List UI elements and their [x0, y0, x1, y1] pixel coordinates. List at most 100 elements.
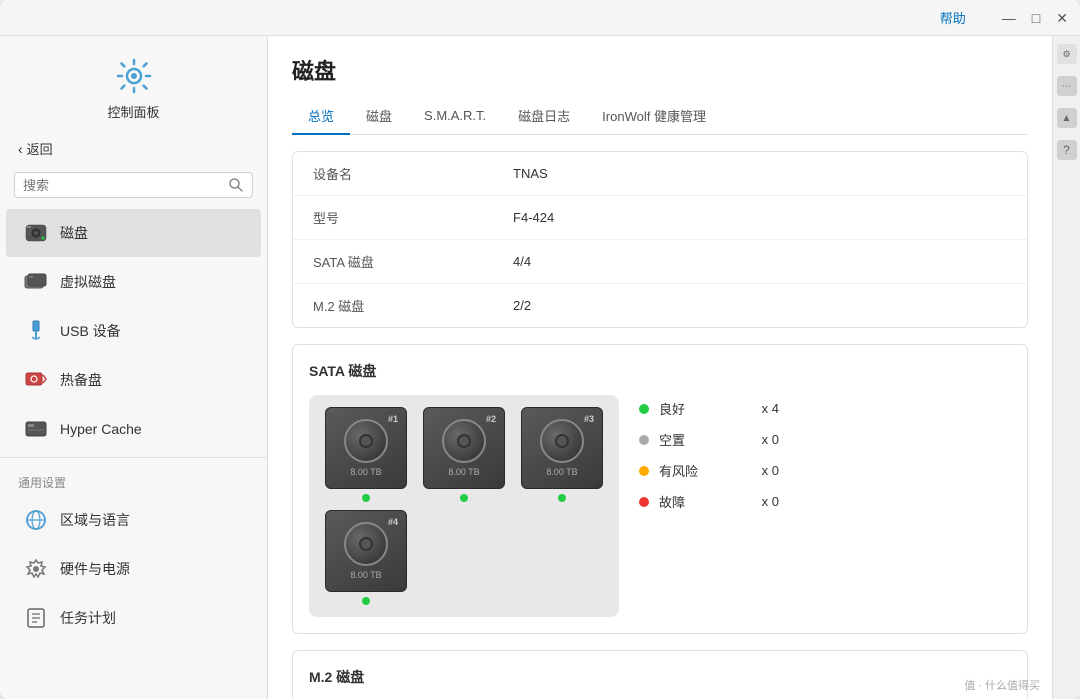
sata-legend: 良好 x 4 空置 x 0 有风险 x 0	[639, 395, 779, 515]
info-label-device: 设备名	[313, 164, 513, 183]
sata-section-title: SATA 磁盘	[309, 361, 1011, 381]
help-button[interactable]: 帮助	[940, 8, 966, 27]
sidebar-item-region[interactable]: 区域与语言	[6, 496, 261, 544]
legend-dot-risk	[639, 466, 649, 476]
m2-section-title: M.2 磁盘	[309, 667, 1011, 687]
info-table: 设备名 TNAS 型号 F4-424 SATA 磁盘 4/4 M.2 磁盘 2/…	[292, 151, 1028, 328]
legend-label-fail: 故障	[659, 492, 752, 511]
panel-icon-2[interactable]: ⋯	[1057, 76, 1077, 96]
info-label-m2: M.2 磁盘	[313, 296, 513, 315]
sata-disks-grid: #1 8.00 TB	[309, 395, 619, 617]
tab-overview[interactable]: 总览	[292, 98, 350, 135]
sidebar-item-usb-label: USB 设备	[60, 321, 121, 341]
disk-inner-1	[359, 434, 373, 448]
disk-circle-1	[344, 419, 388, 463]
right-panel: ⚙ ⋯ ▲ ?	[1052, 36, 1080, 699]
disk-size-1: 8.00 TB	[350, 467, 381, 477]
info-row-model: 型号 F4-424	[293, 196, 1027, 240]
disk-badge-3: #3	[584, 414, 594, 424]
legend-empty: 空置 x 0	[639, 430, 779, 449]
info-value-sata: 4/4	[513, 254, 531, 269]
legend-count-empty: x 0	[762, 432, 779, 447]
sata-disk-4[interactable]: #4 8.00 TB	[321, 510, 411, 605]
main-layout: 控制面板 ‹ 返回	[0, 36, 1080, 699]
info-label-model: 型号	[313, 208, 513, 227]
tab-disk[interactable]: 磁盘	[350, 98, 408, 135]
disk-circle-3	[540, 419, 584, 463]
sata-section: SATA 磁盘 #1 8.00 TB	[292, 344, 1028, 634]
sata-disk-1[interactable]: #1 8.00 TB	[321, 407, 411, 502]
sidebar-item-usb[interactable]: USB 设备	[6, 307, 261, 355]
task-icon	[22, 604, 50, 632]
disk-badge-1: #1	[388, 414, 398, 424]
info-row-m2: M.2 磁盘 2/2	[293, 284, 1027, 327]
tab-ironwolf[interactable]: IronWolf 健康管理	[586, 98, 722, 135]
legend-good: 良好 x 4	[639, 399, 779, 418]
legend-dot-empty	[639, 435, 649, 445]
sidebar-nav: 磁盘 虚拟磁盘	[0, 208, 267, 699]
hot-spare-icon	[22, 366, 50, 394]
legend-risk: 有风险 x 0	[639, 461, 779, 480]
search-icon	[228, 177, 244, 193]
sidebar-item-task[interactable]: 任务计划	[6, 594, 261, 642]
chevron-left-icon: ‹	[18, 141, 23, 157]
sidebar-item-virtual-disk[interactable]: 虚拟磁盘	[6, 258, 261, 306]
legend-label-risk: 有风险	[659, 461, 752, 480]
sidebar-header: 控制面板	[0, 36, 267, 131]
content-body: 设备名 TNAS 型号 F4-424 SATA 磁盘 4/4 M.2 磁盘 2/…	[268, 135, 1052, 699]
minimize-button[interactable]: —	[1002, 11, 1016, 25]
info-value-device: TNAS	[513, 166, 548, 181]
sidebar-item-hyper-cache[interactable]: Hyper Cache	[6, 405, 261, 453]
titlebar: 帮助 — □ ✕	[0, 0, 1080, 36]
panel-icon-3[interactable]: ▲	[1057, 108, 1077, 128]
disk-box-3: #3 8.00 TB	[521, 407, 603, 489]
panel-icon-4[interactable]: ?	[1057, 140, 1077, 160]
main-window: 帮助 — □ ✕ 控制面板 ‹ 返回	[0, 0, 1080, 699]
sidebar-item-disk[interactable]: 磁盘	[6, 209, 261, 257]
hyper-cache-icon	[22, 415, 50, 443]
disk-circle-4	[344, 522, 388, 566]
disk-size-4: 8.00 TB	[350, 570, 381, 580]
disk-indicator-3	[558, 494, 566, 502]
tab-log[interactable]: 磁盘日志	[502, 98, 586, 135]
disk-box-4: #4 8.00 TB	[325, 510, 407, 592]
legend-fail: 故障 x 0	[639, 492, 779, 511]
sidebar-item-hyper-cache-label: Hyper Cache	[60, 421, 142, 437]
disk-circle-2	[442, 419, 486, 463]
legend-dot-good	[639, 404, 649, 414]
sata-disk-2[interactable]: #2 8.00 TB	[419, 407, 509, 502]
disk-inner-4	[359, 537, 373, 551]
m2-section: M.2 磁盘 良好	[292, 650, 1028, 699]
sidebar-control-panel-label: 控制面板	[107, 102, 159, 121]
general-section-label: 通用设置	[0, 462, 267, 495]
sata-disk-3[interactable]: #3 8.00 TB	[517, 407, 607, 502]
sata-section-body: #1 8.00 TB	[309, 395, 1011, 617]
info-value-model: F4-424	[513, 210, 554, 225]
disk-indicator-1	[362, 494, 370, 502]
legend-count-good: x 4	[762, 401, 779, 416]
panel-icon-1[interactable]: ⚙	[1057, 44, 1077, 64]
disk-indicator-4	[362, 597, 370, 605]
sidebar-item-region-label: 区域与语言	[60, 510, 130, 530]
search-input[interactable]	[23, 178, 228, 193]
sidebar-item-hardware[interactable]: 硬件与电源	[6, 545, 261, 593]
sidebar-item-hot-spare[interactable]: 热备盘	[6, 356, 261, 404]
search-box[interactable]	[14, 172, 253, 198]
back-label: 返回	[27, 139, 53, 158]
tab-smart[interactable]: S.M.A.R.T.	[408, 100, 502, 133]
disk-size-2: 8.00 TB	[448, 467, 479, 477]
content-area: 磁盘 总览 磁盘 S.M.A.R.T. 磁盘日志 IronWolf 健康管理 设…	[268, 36, 1052, 699]
disk-badge-4: #4	[388, 517, 398, 527]
tab-bar: 总览 磁盘 S.M.A.R.T. 磁盘日志 IronWolf 健康管理	[292, 98, 1028, 135]
legend-label-good: 良好	[659, 399, 752, 418]
disk-size-3: 8.00 TB	[546, 467, 577, 477]
region-icon	[22, 506, 50, 534]
info-row-device: 设备名 TNAS	[293, 152, 1027, 196]
restore-button[interactable]: □	[1032, 11, 1040, 25]
sidebar: 控制面板 ‹ 返回	[0, 36, 268, 699]
hardware-icon	[22, 555, 50, 583]
disk-box-2: #2 8.00 TB	[423, 407, 505, 489]
back-button[interactable]: ‹ 返回	[0, 131, 267, 166]
sidebar-divider	[0, 457, 267, 458]
close-button[interactable]: ✕	[1056, 11, 1068, 25]
